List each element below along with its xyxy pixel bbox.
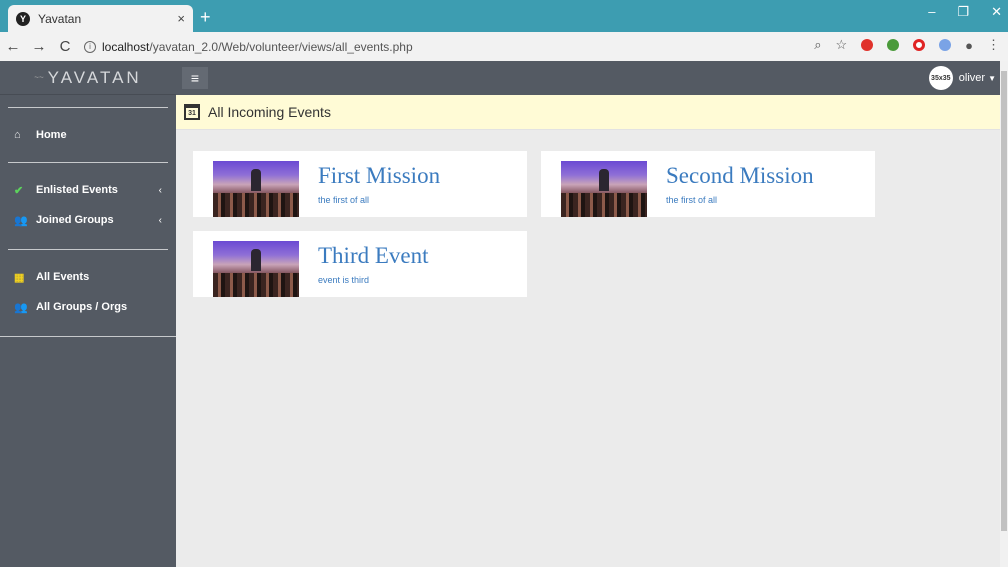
- sidebar-item-label: Joined Groups: [36, 214, 114, 226]
- event-image[interactable]: [213, 241, 299, 297]
- event-card[interactable]: Third Event event is third: [193, 231, 527, 297]
- url-host: localhost: [102, 39, 150, 54]
- event-title[interactable]: Second Mission: [666, 163, 814, 189]
- url-input[interactable]: i localhost /yavatan_2.0/Web/volunteer/v…: [84, 36, 824, 58]
- browser-tabbar: Y Yavatan × + – ❐ ✕: [0, 0, 1008, 32]
- event-card[interactable]: Second Mission the first of all: [541, 151, 875, 217]
- extension-green-icon[interactable]: [887, 39, 900, 51]
- app-root: ~~ YAVATAN ⌂ Home ✔ Enlisted Events ‹ 👥 …: [0, 61, 1008, 567]
- sidebar-item-joined-groups[interactable]: 👥 Joined Groups ‹: [0, 205, 176, 235]
- minimize-icon[interactable]: –: [928, 4, 935, 20]
- window-controls: – ❐ ✕: [928, 4, 1002, 20]
- page-scrollbar[interactable]: [1000, 61, 1008, 567]
- close-window-icon[interactable]: ✕: [991, 4, 1002, 20]
- user-name: oliver: [958, 72, 986, 84]
- user-menu[interactable]: 35x35 oliver ▼: [928, 66, 996, 90]
- restore-icon[interactable]: ❐: [957, 4, 969, 20]
- event-image[interactable]: [213, 161, 299, 217]
- page-header: 31 All Incoming Events: [176, 95, 1008, 130]
- info-icon[interactable]: i: [84, 40, 96, 53]
- browser-toolbar-icons: ⌕ ☆ ● ⋮: [814, 37, 1000, 53]
- url-path: /yavatan_2.0/Web/volunteer/views/all_eve…: [149, 39, 413, 54]
- group-icon: 👥: [14, 214, 28, 227]
- avatar: 35x35: [928, 66, 953, 90]
- reload-icon[interactable]: C: [52, 38, 78, 55]
- home-icon: ⌂: [14, 129, 21, 141]
- caret-down-icon: ▼: [988, 73, 996, 83]
- sidebar: ~~ YAVATAN ⌂ Home ✔ Enlisted Events ‹ 👥 …: [0, 61, 176, 567]
- account-icon[interactable]: ●: [965, 38, 973, 53]
- sidebar-item-all-groups[interactable]: 👥 All Groups / Orgs: [0, 292, 176, 322]
- scrollbar-thumb[interactable]: [1001, 71, 1007, 531]
- sidebar-divider: [8, 162, 168, 163]
- sidebar-item-label: Home: [36, 129, 67, 141]
- sidebar-divider: [8, 107, 168, 108]
- tab-close-icon[interactable]: ×: [177, 11, 185, 26]
- sidebar-divider: [0, 336, 176, 337]
- event-title[interactable]: Third Event: [318, 243, 429, 269]
- sidebar-divider: [8, 249, 168, 250]
- browser-addressbar: ← → C i localhost /yavatan_2.0/Web/volun…: [0, 32, 1008, 61]
- forward-icon[interactable]: →: [26, 38, 52, 55]
- sidebar-item-enlisted-events[interactable]: ✔ Enlisted Events ‹: [0, 175, 176, 205]
- event-title[interactable]: First Mission: [318, 163, 440, 189]
- sidebar-item-label: All Events: [36, 271, 90, 283]
- brand-logo[interactable]: ~~ YAVATAN: [0, 61, 176, 95]
- brand-name: YAVATAN: [47, 67, 142, 87]
- chevron-left-icon: ‹: [158, 184, 162, 196]
- tab-title: Yavatan: [38, 11, 82, 26]
- event-subtitle: the first of all: [666, 195, 718, 205]
- calendar-icon: 31: [184, 104, 200, 120]
- new-tab-icon[interactable]: +: [200, 7, 211, 28]
- browser-tab[interactable]: Y Yavatan ×: [8, 5, 193, 32]
- event-subtitle: the first of all: [318, 195, 370, 205]
- zoom-icon[interactable]: ⌕: [814, 37, 821, 53]
- calendar-icon: ▦: [14, 271, 25, 284]
- groups-icon: 👥: [14, 301, 28, 314]
- event-subtitle: event is third: [318, 275, 370, 285]
- event-card[interactable]: First Mission the first of all: [193, 151, 527, 217]
- chevron-left-icon: ‹: [158, 214, 162, 226]
- opera-icon[interactable]: [913, 39, 926, 51]
- sidebar-item-label: Enlisted Events: [36, 184, 118, 196]
- sidebar-item-all-events[interactable]: ▦ All Events: [0, 262, 176, 292]
- back-icon[interactable]: ←: [0, 38, 26, 55]
- yavatan-favicon-icon: Y: [16, 11, 30, 26]
- extension-blue-icon[interactable]: [939, 39, 952, 51]
- sidebar-item-label: All Groups / Orgs: [36, 301, 128, 313]
- top-navbar: ≡ 35x35 oliver ▼: [176, 61, 1008, 95]
- check-icon: ✔: [14, 184, 24, 197]
- bookmark-star-icon[interactable]: ☆: [835, 37, 847, 53]
- browser-menu-icon[interactable]: ⋮: [987, 37, 1000, 53]
- extension-red-icon[interactable]: [861, 39, 874, 51]
- hamburger-menu-button[interactable]: ≡: [182, 67, 208, 89]
- event-image[interactable]: [561, 161, 647, 217]
- brand-mark-icon: ~~: [34, 73, 44, 82]
- page-title: All Incoming Events: [208, 104, 331, 120]
- sidebar-item-home[interactable]: ⌂ Home: [0, 120, 176, 150]
